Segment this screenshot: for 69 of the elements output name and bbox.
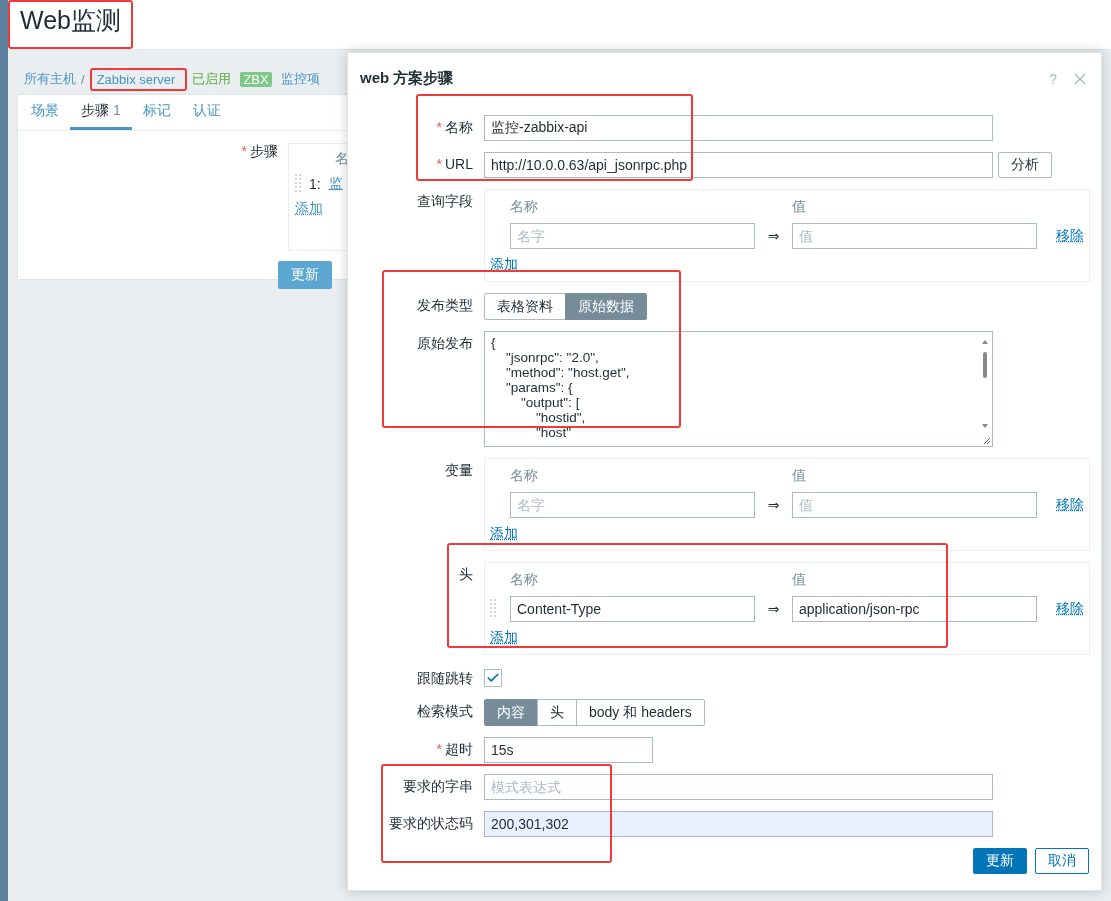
update-button[interactable]: 更新 [973, 848, 1027, 874]
tab[interactable]: 场景 [20, 95, 70, 130]
field-label: 要求的字串 [402, 777, 473, 796]
field-label: 检索模式 [416, 702, 473, 721]
agent-badge: ZBX [240, 71, 272, 87]
column-header: 值 [792, 467, 807, 485]
drag-handle-icon[interactable] [295, 174, 301, 194]
breadcrumb-link[interactable]: Zabbix server [96, 71, 176, 87]
field-label: 跟随跳转 [416, 669, 473, 688]
row-number: 1: [309, 176, 321, 192]
name-field[interactable]: 名字 [510, 492, 755, 518]
follow-redirects-checkbox[interactable] [484, 669, 502, 687]
remove-link[interactable]: 移除 [1056, 227, 1089, 245]
field-label: * 超时 [435, 740, 473, 759]
cancel-button[interactable]: 取消 [1035, 848, 1089, 874]
remove-link[interactable]: 移除 [1056, 600, 1089, 618]
value-field[interactable]: 值 [792, 492, 1037, 518]
url-input[interactable]: http://10.0.0.63/api_jsonrpc.php [484, 152, 993, 178]
breadcrumb-link[interactable]: 所有主机 [24, 70, 76, 88]
field-label: * URL [435, 155, 473, 172]
field-label: 发布类型 [416, 296, 473, 315]
tab[interactable]: 标记 [131, 95, 182, 130]
arrow-symbol: ⇒ [766, 601, 781, 617]
field-label: 要求的状态码 [388, 814, 473, 833]
update-button[interactable]: 更新 [278, 261, 332, 289]
name-input[interactable]: 监控-zabbix-api [484, 115, 993, 141]
arrow-symbol: ⇒ [766, 497, 781, 513]
items-link[interactable]: 监控项 [280, 70, 320, 88]
segment-option[interactable]: body 和 headers [576, 699, 705, 726]
timeout-input[interactable]: 15s [484, 737, 653, 763]
segment-option[interactable]: 内容 [484, 699, 538, 726]
segment-option[interactable]: 原始数据 [565, 293, 647, 320]
add-link[interactable]: 添加 [295, 200, 323, 216]
page-title: Web监测 [20, 5, 121, 36]
tab[interactable]: 认证 [181, 95, 232, 130]
field-label: 头 [458, 565, 473, 584]
parse-button[interactable]: 分析 [998, 152, 1052, 178]
field-label: * 步骤 [240, 143, 278, 161]
add-link[interactable]: 添加 [490, 256, 518, 272]
column-header: 值 [792, 198, 807, 216]
segment-option[interactable]: 表格资料 [484, 293, 566, 320]
column-header: 值 [792, 571, 807, 589]
value-field[interactable]: application/json-rpc [792, 596, 1037, 622]
step-link[interactable]: 监 [328, 175, 343, 193]
add-link[interactable]: 添加 [490, 525, 518, 541]
column-header: 名 [334, 150, 350, 168]
value-field[interactable]: 值 [792, 223, 1037, 249]
field-label: 变量 [444, 461, 473, 480]
checkmark-icon [486, 671, 500, 685]
breadcrumb-separator: / [81, 71, 85, 87]
field-label: 查询字段 [416, 192, 473, 211]
arrow-symbol: ⇒ [766, 228, 781, 244]
drag-handle-icon[interactable] [490, 599, 496, 619]
dialog-title: web 方案步骤 [360, 69, 455, 88]
required-string-input[interactable]: 模式表达式 [484, 774, 993, 800]
column-header: 名称 [510, 571, 539, 589]
add-link[interactable]: 添加 [490, 629, 518, 645]
tab[interactable]: 步骤 1 [70, 95, 132, 130]
name-field[interactable]: 名字 [510, 223, 755, 249]
name-field[interactable]: Content-Type [510, 596, 755, 622]
raw-post-textarea[interactable]: { "jsonrpc": "2.0", "method": "host.get", "params": { "output": [ "hostid", "host" [484, 331, 993, 447]
segment-option[interactable]: 头 [537, 699, 577, 726]
column-header: 名称 [510, 467, 539, 485]
field-label: * 名称 [435, 118, 473, 137]
resize-grip-icon[interactable] [982, 436, 991, 445]
remove-link[interactable]: 移除 [1056, 496, 1089, 514]
field-label: 原始发布 [416, 334, 473, 353]
column-header: 名称 [510, 198, 539, 216]
status-codes-input[interactable]: 200,301,302 [484, 811, 993, 837]
